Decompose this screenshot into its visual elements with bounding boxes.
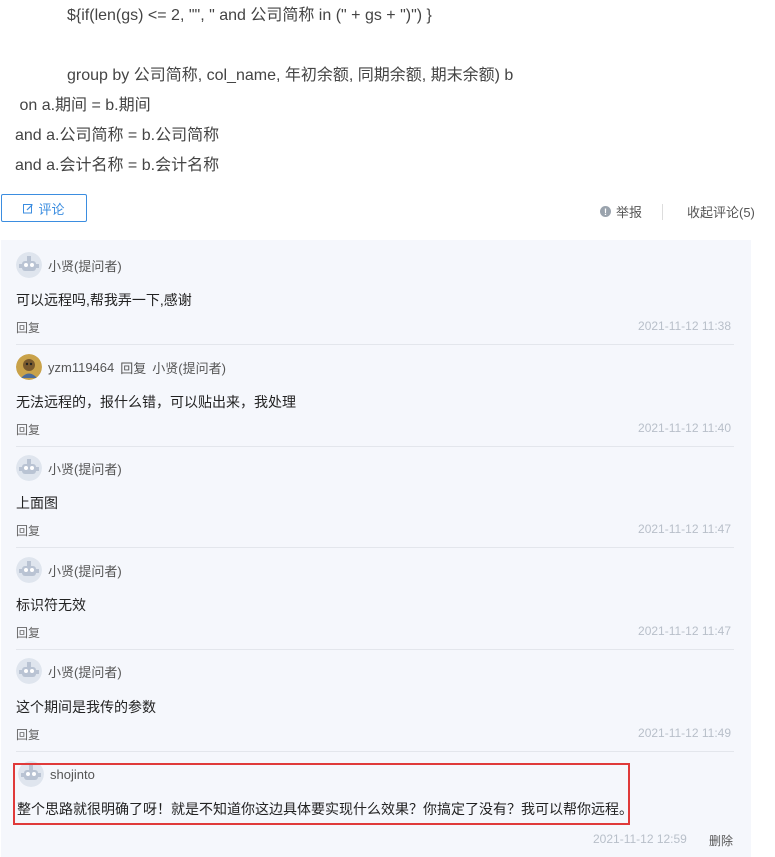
comment-author[interactable]: yzm119464 bbox=[48, 360, 114, 375]
reply-target[interactable]: 小贤(提问者) bbox=[152, 358, 226, 377]
robot-avatar bbox=[16, 455, 42, 481]
comment-item: 小贤(提问者) 可以远程吗,帮我弄一下,感谢 回复 2021-11-12 11:… bbox=[16, 252, 734, 344]
comment-body: 可以远程吗,帮我弄一下,感谢 bbox=[16, 292, 192, 308]
comment-time: 2021-11-12 11:47 bbox=[638, 522, 731, 536]
comment-item: yzm119464 回复 小贤(提问者) 无法远程的，报什么错，可以贴出来，我处… bbox=[16, 354, 734, 446]
comment-body: 无法远程的，报什么错，可以贴出来，我处理 bbox=[16, 394, 296, 410]
comment-button-label: 评论 bbox=[38, 201, 65, 217]
comment-author[interactable]: 小贤(提问者) bbox=[48, 459, 122, 478]
info-icon: ! bbox=[600, 206, 611, 217]
reply-link[interactable]: 回复 bbox=[16, 522, 40, 539]
collapse-comments-link[interactable]: 收起评论(5) bbox=[687, 202, 755, 221]
delete-link[interactable]: 删除 bbox=[709, 832, 733, 849]
report-label: 举报 bbox=[616, 205, 643, 220]
comment-author[interactable]: 小贤(提问者) bbox=[48, 256, 122, 275]
comment-body: 上面图 bbox=[16, 495, 58, 511]
comment-button[interactable]: 评论 bbox=[1, 194, 87, 222]
reply-word: 回复 bbox=[120, 360, 147, 376]
robot-avatar bbox=[16, 658, 42, 684]
comment-time: 2021-11-12 11:49 bbox=[638, 726, 731, 740]
comment-author[interactable]: 小贤(提问者) bbox=[48, 561, 122, 580]
comment-item: 小贤(提问者) 标识符无效 回复 2021-11-12 11:47 bbox=[16, 557, 734, 649]
divider bbox=[16, 446, 734, 447]
comment-body: 这个期间是我传的参数 bbox=[16, 699, 156, 715]
comment-item: 小贤(提问者) 这个期间是我传的参数 回复 2021-11-12 11:49 bbox=[16, 658, 734, 750]
user-avatar bbox=[16, 354, 42, 380]
comment-time: 2021-11-12 11:40 bbox=[638, 421, 731, 435]
comment-time: 2021-11-12 11:47 bbox=[638, 624, 731, 638]
code-line: and a.会计名称 = b.会计名称 bbox=[15, 157, 220, 174]
reply-link[interactable]: 回复 bbox=[16, 624, 40, 641]
robot-avatar bbox=[16, 252, 42, 278]
comment-author[interactable]: 小贤(提问者) bbox=[48, 662, 122, 681]
toolbar-divider bbox=[662, 204, 663, 220]
report-link[interactable]: ! 举报 bbox=[600, 202, 642, 221]
divider bbox=[16, 751, 734, 752]
divider bbox=[16, 547, 734, 548]
comment-time: 2021-11-12 12:59 bbox=[593, 832, 687, 846]
code-line: on a.期间 = b.期间 bbox=[15, 97, 151, 114]
divider bbox=[16, 344, 734, 345]
comment-header: 小贤(提问者) bbox=[16, 557, 122, 583]
reply-link[interactable]: 回复 bbox=[16, 319, 40, 336]
reply-link[interactable]: 回复 bbox=[16, 726, 40, 743]
code-line: group by 公司简称, col_name, 年初余额, 同期余额, 期末余… bbox=[67, 67, 514, 84]
comment-time: 2021-11-12 11:38 bbox=[638, 319, 731, 333]
comment-header: 小贤(提问者) bbox=[16, 658, 122, 684]
reply-link[interactable]: 回复 bbox=[16, 421, 40, 438]
comment-item: 小贤(提问者) 上面图 回复 2021-11-12 11:47 bbox=[16, 455, 734, 547]
comment-body: 标识符无效 bbox=[16, 597, 86, 613]
comment-header: 小贤(提问者) bbox=[16, 455, 122, 481]
comment-header: yzm119464 回复 小贤(提问者) bbox=[16, 354, 226, 380]
divider bbox=[16, 649, 734, 650]
code-line: ${if(len(gs) <= 2, "", " and 公司简称 in (" … bbox=[67, 7, 432, 24]
comment-header: 小贤(提问者) bbox=[16, 252, 122, 278]
code-line: and a.公司简称 = b.公司简称 bbox=[15, 127, 220, 144]
highlight-box bbox=[13, 763, 630, 825]
comment-toolbar: 评论 ! 举报 收起评论(5) bbox=[0, 194, 775, 224]
edit-icon bbox=[23, 203, 34, 213]
robot-avatar bbox=[16, 557, 42, 583]
